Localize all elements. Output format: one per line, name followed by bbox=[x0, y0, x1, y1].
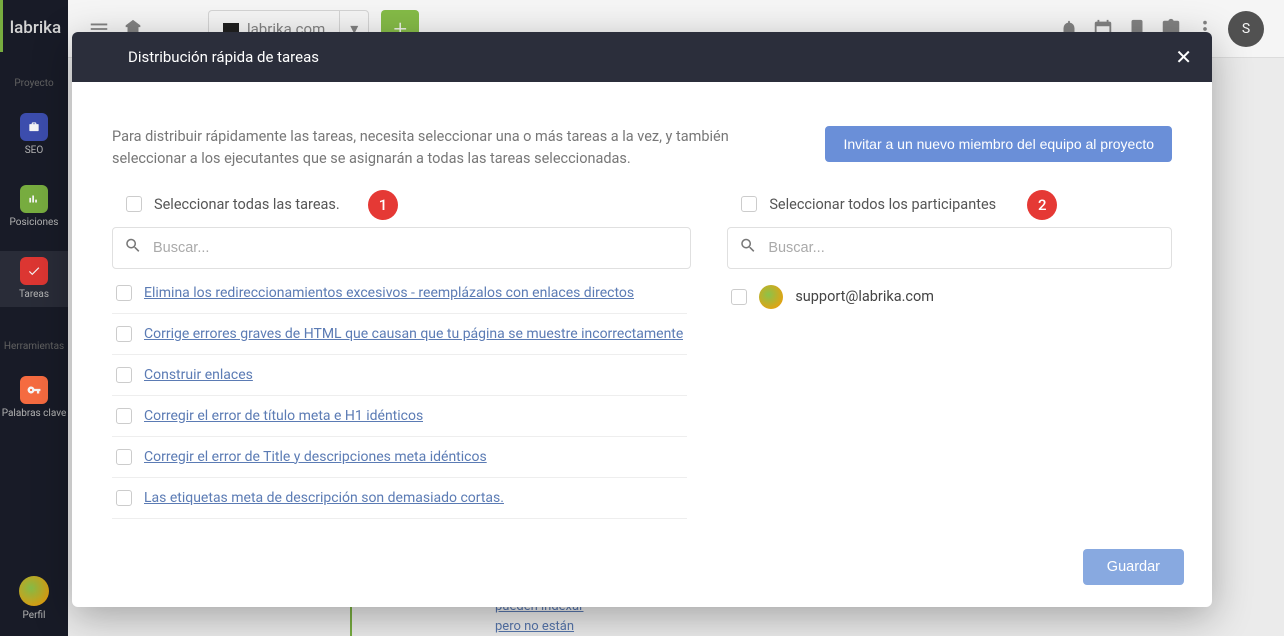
participants-column: 2 Seleccionar todos los participantes bbox=[727, 196, 1172, 521]
task-link[interactable]: Construir enlaces bbox=[144, 367, 253, 383]
task-row: Corregir el error de Title y descripcion… bbox=[112, 437, 687, 478]
search-icon bbox=[739, 236, 757, 259]
task-link[interactable]: Las etiquetas meta de descripción son de… bbox=[144, 490, 504, 506]
task-checkbox[interactable] bbox=[116, 326, 132, 342]
task-checkbox[interactable] bbox=[116, 285, 132, 301]
select-all-participants-label: Seleccionar todos los participantes bbox=[769, 196, 996, 213]
task-link[interactable]: Corrige errores graves de HTML que causa… bbox=[144, 326, 683, 342]
participants-list[interactable]: support@labrika.com bbox=[727, 273, 1172, 521]
participant-name: support@labrika.com bbox=[795, 288, 934, 305]
task-checkbox[interactable] bbox=[116, 449, 132, 465]
tasks-search-input[interactable] bbox=[112, 227, 691, 269]
select-all-tasks-label: Seleccionar todas las tareas. bbox=[154, 196, 340, 213]
task-row: Construir enlaces bbox=[112, 355, 687, 396]
modal-header: Distribución rápida de tareas ✕ bbox=[72, 32, 1212, 82]
select-all-tasks-checkbox[interactable] bbox=[126, 196, 142, 212]
search-icon bbox=[124, 236, 142, 259]
modal-backdrop: Distribución rápida de tareas ✕ Para dis… bbox=[0, 0, 1284, 636]
tasks-column: 1 Seleccionar todas las tareas. bbox=[112, 196, 691, 521]
task-row: Las etiquetas meta de descripción son de… bbox=[112, 478, 687, 519]
modal-title: Distribución rápida de tareas bbox=[128, 48, 319, 66]
task-checkbox[interactable] bbox=[116, 367, 132, 383]
modal-description: Para distribuir rápidamente las tareas, … bbox=[112, 126, 752, 170]
task-checkbox[interactable] bbox=[116, 490, 132, 506]
task-checkbox[interactable] bbox=[116, 408, 132, 424]
invite-member-button[interactable]: Invitar a un nuevo miembro del equipo al… bbox=[825, 126, 1172, 162]
modal: Distribución rápida de tareas ✕ Para dis… bbox=[72, 32, 1212, 607]
tasks-list[interactable]: Elimina los redireccionamientos excesivo… bbox=[112, 273, 691, 521]
task-row: Corregir el error de título meta e H1 id… bbox=[112, 396, 687, 437]
select-all-participants-checkbox[interactable] bbox=[741, 196, 757, 212]
avatar-icon bbox=[759, 285, 783, 309]
task-row: Corrige errores graves de HTML que causa… bbox=[112, 314, 687, 355]
task-link[interactable]: Corregir el error de título meta e H1 id… bbox=[144, 408, 423, 424]
save-button[interactable]: Guardar bbox=[1083, 549, 1184, 585]
participant-row: support@labrika.com bbox=[727, 273, 1168, 321]
badge-step-2: 2 bbox=[1027, 190, 1057, 220]
task-link[interactable]: Corregir el error de Title y descripcion… bbox=[144, 449, 487, 465]
task-row: Elimina los redireccionamientos excesivo… bbox=[112, 273, 687, 314]
task-link[interactable]: Elimina los redireccionamientos excesivo… bbox=[144, 285, 634, 301]
badge-step-1: 1 bbox=[368, 190, 398, 220]
participant-checkbox[interactable] bbox=[731, 289, 747, 305]
close-icon[interactable]: ✕ bbox=[1175, 45, 1192, 69]
participants-search-input[interactable] bbox=[727, 227, 1172, 269]
